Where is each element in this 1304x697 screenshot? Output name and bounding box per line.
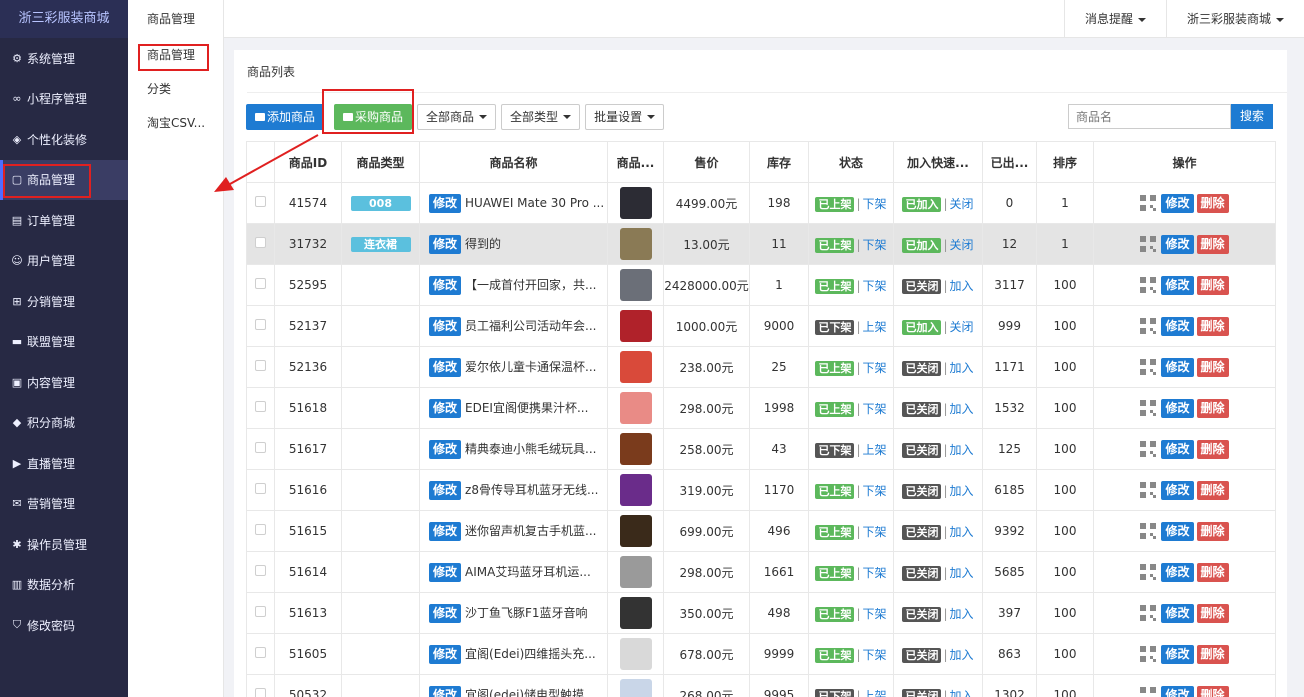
annotation-arrow — [214, 134, 319, 192]
